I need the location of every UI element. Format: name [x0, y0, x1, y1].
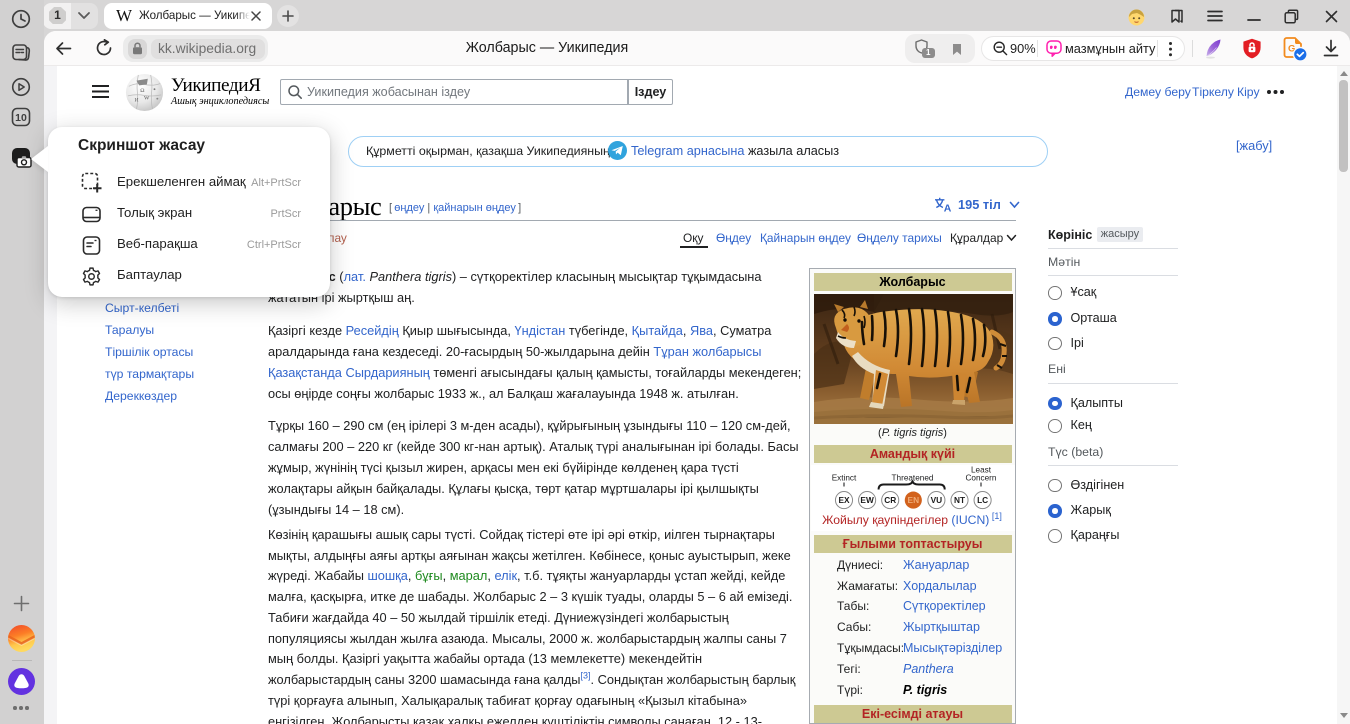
svg-text:Concern: Concern — [966, 474, 997, 483]
svg-text:NT: NT — [954, 495, 965, 505]
svg-text:10: 10 — [15, 112, 27, 124]
svg-text:EW: EW — [860, 495, 874, 505]
svg-text:Extinct: Extinct — [832, 474, 857, 483]
svg-text:VU: VU — [931, 495, 943, 505]
svg-text:EN: EN — [908, 495, 920, 505]
svg-text:CR: CR — [884, 495, 896, 505]
svg-text:EX: EX — [838, 495, 850, 505]
svg-text:LC: LC — [977, 495, 988, 505]
